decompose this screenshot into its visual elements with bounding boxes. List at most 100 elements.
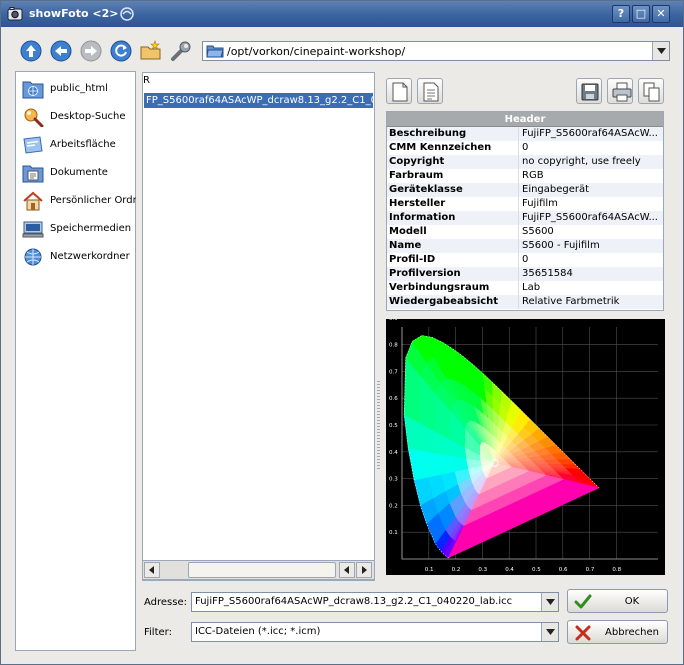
text-view-button[interactable] [417,78,443,104]
filter-label: Filter: [144,627,172,638]
row-key: Copyright [387,155,519,169]
horizontal-scrollbar[interactable] [142,560,375,580]
panel-splitter[interactable] [377,381,380,471]
floppy-disk-icon [581,83,599,101]
table-row[interactable]: Name S5600 - Fujifilm [387,239,663,253]
table-row[interactable]: Profilversion 35651584 [387,267,663,281]
chevron-down-icon [657,48,666,54]
row-value: S5600 [522,226,554,237]
row-value: Relative Farbmetrik [522,296,620,307]
y-tick-label: 0.8 [389,343,398,349]
sidebar-item-netzwerkordner[interactable]: Netzwerkordner [22,246,134,268]
places-sidebar: public_html Desktop-Suche Arbeitsfläche [15,71,136,651]
row-key: Verbindungsraum [387,281,519,295]
folder-open-icon [206,45,224,58]
back-arrow-icon[interactable] [49,39,73,63]
help-button[interactable]: ? [612,5,630,23]
x-tick-label: 0.5 [532,567,541,573]
printer-icon [612,82,632,102]
x-tick-label: 0.4 [505,567,514,573]
table-row[interactable]: Profil-ID 0 [387,253,663,267]
forward-arrow-icon[interactable] [79,39,103,63]
sidebar-item-label: Persönlicher Ordner [50,195,136,206]
row-value: RGB [522,170,544,181]
maximize-button[interactable]: □ [632,5,650,23]
table-row[interactable]: Information FujiFP_S5600raf64ASAcW... [387,211,663,225]
spectral-locus-fill [403,335,600,559]
address-label: Adresse: [144,597,187,608]
row-value: no copyright, use freely [522,156,641,167]
print-button[interactable] [607,78,633,104]
filter-dropdown-button[interactable] [541,623,558,641]
sidebar-item-public-html[interactable]: public_html [22,78,134,100]
sidebar-item-arbeitsflaeche[interactable]: Arbeitsfläche [22,134,134,156]
table-row[interactable]: Verbindungsraum Lab [387,281,663,295]
address-combobox[interactable]: FujiFP_S5600raf64ASAcWP_dcraw8.13_g2.2_C… [191,592,559,612]
table-row[interactable]: Farbraum RGB [387,169,663,183]
chevron-left-icon [344,566,349,574]
row-value: 35651584 [522,268,573,279]
sidebar-item-label: Dokumente [50,167,108,178]
table-row[interactable]: Hersteller Fujifilm [387,197,663,211]
window-title: showFoto <2> [29,7,119,20]
title-bar[interactable]: showFoto <2> ? □ ✕ [1,1,683,27]
table-row[interactable]: Modell S5600 [387,225,663,239]
y-tick-label: 0.3 [389,477,398,483]
scroll-left-button[interactable] [144,562,160,578]
doc-view-button[interactable] [386,78,412,104]
sidebar-item-label: public_html [50,83,108,94]
sidebar-item-speichermedien[interactable]: Speichermedien [22,218,134,240]
storage-icon [22,221,44,238]
address-dropdown-button[interactable] [541,593,558,611]
copy-button[interactable] [638,78,664,104]
cancel-button[interactable]: Abbrechen [567,620,668,644]
new-folder-icon[interactable] [139,39,163,63]
profile-info-table: Header Beschreibung FujiFP_S5600raf64ASAc… [386,111,664,311]
table-row[interactable]: Wiedergabeabsicht Relative Farbmetrik [387,295,663,309]
save-button[interactable] [576,78,602,104]
scroll-left-button-2[interactable] [339,562,355,578]
configure-wrench-icon[interactable] [169,39,193,63]
dialog-window: showFoto <2> ? □ ✕ /opt/vorkon/cinepaint… [0,0,684,665]
sticky-icon[interactable] [119,6,135,22]
table-row[interactable]: CMM Kennzeichen 0 [387,141,663,155]
reload-icon[interactable] [109,39,133,63]
text-document-icon [423,82,439,102]
file-list[interactable]: R FP_S5600raf64ASAcWP_dcraw8.13_g2.2_C1_… [142,72,375,581]
filter-combobox[interactable]: ICC-Dateien (*.icc; *.icm) [191,622,559,642]
page-corner-icon [392,82,408,102]
table-header: Header [387,112,663,127]
y-tick-label: 0.4 [389,450,398,456]
sidebar-item-home[interactable]: Persönlicher Ordner [22,190,136,212]
sidebar-item-label: Desktop-Suche [50,111,126,122]
ok-button[interactable]: OK [567,589,668,613]
scrollbar-thumb[interactable] [188,562,336,578]
row-key: Geräteklasse [387,183,519,197]
x-tick-label: 0.2 [452,567,461,573]
x-tick-label: 0.1 [425,567,434,573]
row-key: Wiedergabeabsicht [387,295,519,309]
close-button[interactable]: ✕ [652,5,670,23]
up-arrow-icon[interactable] [19,39,43,63]
sidebar-item-desktop-search[interactable]: Desktop-Suche [22,106,134,128]
sidebar-item-dokumente[interactable]: Dokumente [22,162,134,184]
documents-icon [22,165,44,183]
table-row[interactable]: Copyright no copyright, use freely [387,155,663,169]
desktop-icon [23,136,43,154]
row-key: Beschreibung [387,127,519,141]
list-item-selected[interactable]: FP_S5600raf64ASAcWP_dcraw8.13_g2.2_C1_04… [144,93,373,108]
sidebar-item-label: Netzwerkordner [50,251,130,262]
x-tick-label: 0.8 [612,567,621,573]
y-tick-label: 0.1 [389,530,398,536]
row-value: 0 [522,142,529,153]
path-combobox[interactable]: /opt/vorkon/cinepaint-workshop/ [202,41,670,61]
scroll-right-button[interactable] [356,562,372,578]
row-key: CMM Kennzeichen [387,141,519,155]
row-value: FujiFP_S5600raf64ASAcW... [522,128,658,139]
row-value: Eingabegerät [522,184,590,195]
table-row[interactable]: Geräteklasse Eingabegerät [387,183,663,197]
path-dropdown-button[interactable] [652,42,669,60]
cie-chromaticity-diagram: 0.1 0.2 0.3 0.4 0.5 0.6 0.7 0.8 0.1 0.2 0.3 0.4 0.5 0… [386,319,665,575]
y-tick-label: 0.9 [389,319,398,322]
table-row[interactable]: Beschreibung FujiFP_S5600raf64ASAcW... [387,127,663,141]
